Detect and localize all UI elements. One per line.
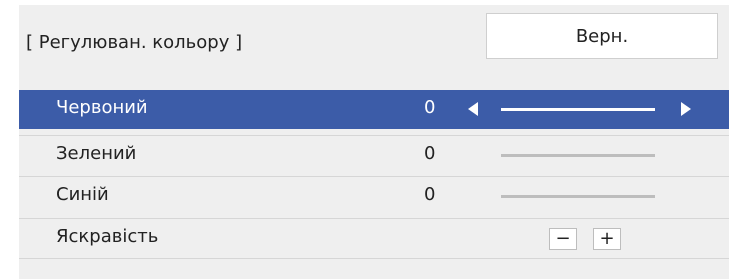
menu-item-blue[interactable]: Синій 0 <box>19 176 729 215</box>
menu-item-red[interactable]: Червоний 0 <box>19 90 729 129</box>
menu-item-brightness[interactable]: Яскравість − + <box>19 218 729 257</box>
green-value: 0 <box>424 143 436 164</box>
red-slider[interactable] <box>501 108 655 111</box>
blue-value: 0 <box>424 184 436 205</box>
blue-slider[interactable] <box>501 195 655 198</box>
left-arrow-icon[interactable] <box>468 102 478 116</box>
decrease-button[interactable]: − <box>549 228 577 250</box>
reset-button[interactable]: Верн. <box>486 13 718 59</box>
menu-item-label: Синій <box>56 184 109 205</box>
red-value: 0 <box>424 97 436 118</box>
right-arrow-icon[interactable] <box>681 102 691 116</box>
menu-item-label: Яскравість <box>56 226 159 247</box>
menu-item-label: Червоний <box>56 97 148 118</box>
menu-item-green[interactable]: Зелений 0 <box>19 135 729 174</box>
increase-button[interactable]: + <box>593 228 621 250</box>
page-title: [ Регулюван. кольору ] <box>26 32 243 53</box>
bottom-divider <box>19 258 729 279</box>
menu-item-label: Зелений <box>56 143 137 164</box>
green-slider[interactable] <box>501 154 655 157</box>
